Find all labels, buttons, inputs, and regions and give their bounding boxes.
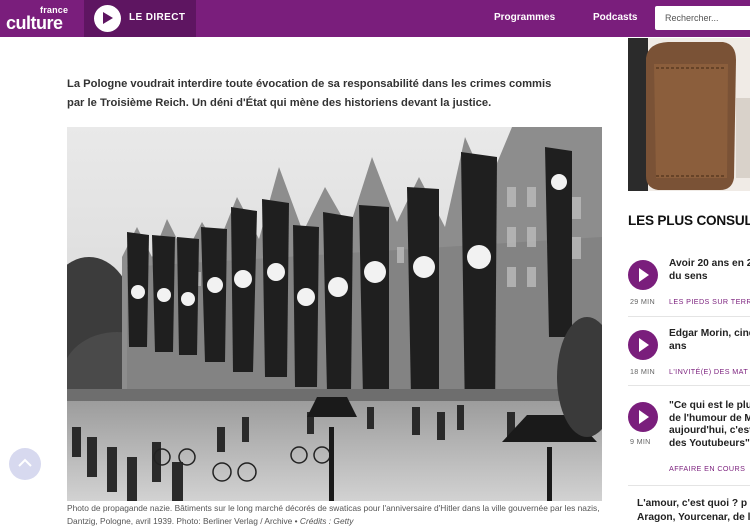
live-button[interactable]: LE DIRECT <box>84 0 196 37</box>
live-label: LE DIRECT <box>129 12 186 23</box>
bottom-teaser[interactable]: L'amour, c'est quoi ? p Aragon, Yourcena… <box>637 497 750 525</box>
item-title-line: Avoir 20 ans en 2 <box>669 258 750 269</box>
teaser-line: L'amour, c'est quoi ? p <box>637 498 748 509</box>
item-title[interactable]: Avoir 20 ans en 2 du sens <box>669 258 750 283</box>
chevron-up-icon <box>18 458 32 467</box>
site-header: france culture LE DIRECT Programmes Podc… <box>0 0 750 37</box>
photo-caption: Photo de propagande nazie. Bâtiments sur… <box>67 502 607 528</box>
nav-podcasts[interactable]: Podcasts <box>593 12 637 23</box>
divider <box>628 485 750 486</box>
nav-programmes[interactable]: Programmes <box>494 12 555 23</box>
item-title-line: des Youtubeurs" <box>669 437 750 449</box>
france-culture-logo[interactable]: france culture <box>6 4 76 34</box>
teaser-line: Aragon, Yourcenar, de l <box>637 512 750 523</box>
item-show[interactable]: LES PIEDS SUR TERR <box>669 297 750 306</box>
item-title-line: Edgar Morin, cinq <box>669 328 750 339</box>
item-title-line: ans <box>669 340 687 352</box>
item-duration: 18 MIN <box>630 367 655 376</box>
item-show[interactable]: AFFAIRE EN COURS <box>669 464 745 473</box>
play-icon[interactable] <box>94 5 121 32</box>
most-consulted-title: LES PLUS CONSULT <box>628 213 750 228</box>
item-duration: 29 MIN <box>630 297 655 306</box>
sidebar-advertisement[interactable] <box>628 38 750 191</box>
divider <box>628 385 750 386</box>
item-title-line: "Ce qui est le plus <box>669 400 750 411</box>
scroll-to-top-button[interactable] <box>9 448 41 480</box>
article-photo <box>67 127 602 501</box>
item-duration: 9 MIN <box>630 437 651 446</box>
item-show[interactable]: L'INVITÉ(E) DES MAT <box>669 367 748 376</box>
article-lead: La Pologne voudrait interdire toute évoc… <box>67 78 552 109</box>
item-title-line: aujourd'hui, c'est <box>669 425 750 436</box>
logo-culture-text: culture <box>6 13 63 33</box>
search-input[interactable] <box>655 6 750 30</box>
play-icon[interactable] <box>628 330 658 360</box>
photo-credits: Crédits : Getty <box>299 516 354 526</box>
item-title[interactable]: Edgar Morin, cinq ans <box>669 328 750 353</box>
item-title[interactable]: "Ce qui est le plus de l'humour de M auj… <box>669 400 750 450</box>
play-icon[interactable] <box>628 260 658 290</box>
item-title-line: de l'humour de M <box>669 412 750 424</box>
play-icon[interactable] <box>628 402 658 432</box>
item-title-line: du sens <box>669 270 708 282</box>
divider <box>628 316 750 317</box>
